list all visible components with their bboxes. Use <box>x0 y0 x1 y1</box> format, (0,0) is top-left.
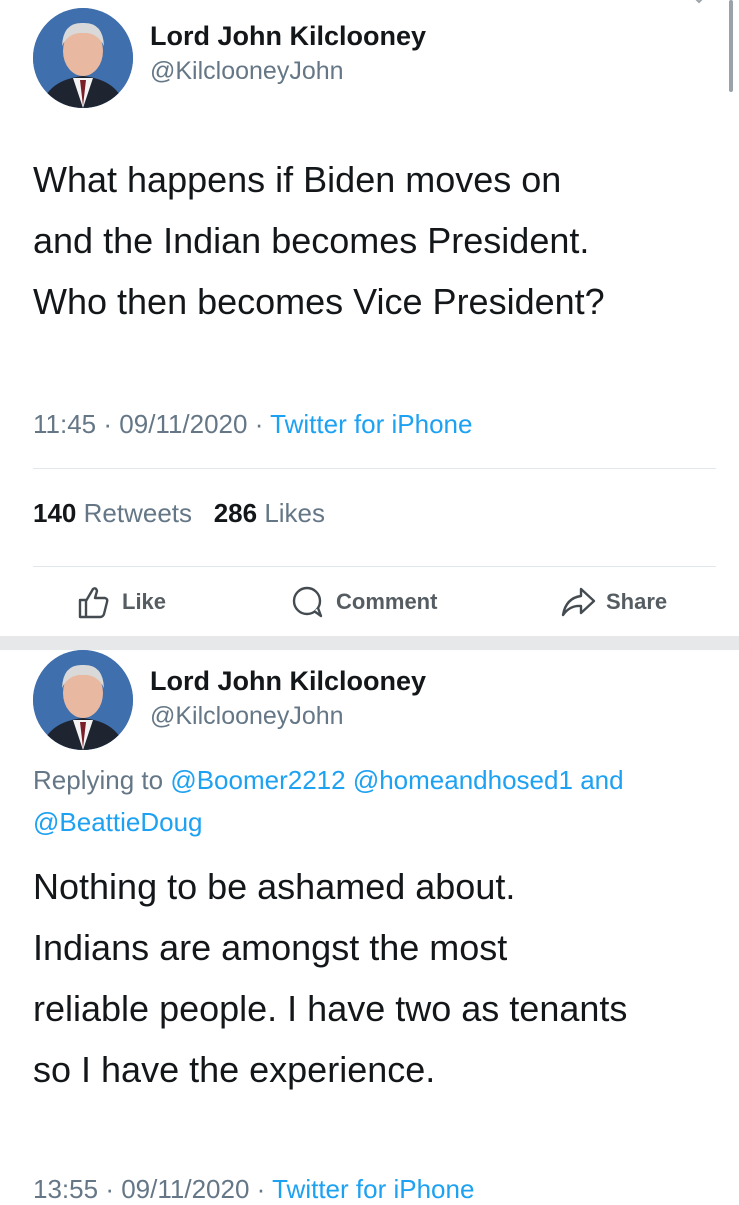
section-separator <box>0 636 739 650</box>
likes-count: 286 <box>213 498 258 528</box>
tweet-text-line: What happens if Biden moves on <box>33 159 562 200</box>
tweet-text-line: reliable people. I have two as tenants <box>33 988 628 1029</box>
action-bar: Like Comment Share <box>0 584 739 624</box>
retweets-stat[interactable]: 140 Retweets <box>33 498 192 528</box>
mention-link[interactable]: @BeattieDoug <box>33 807 203 837</box>
tweet-meta: 11:45 · 09/11/2020 · Twitter for iPhone <box>33 409 472 440</box>
meta-separator: · <box>254 409 264 439</box>
like-label: Like <box>122 589 167 614</box>
display-name[interactable]: Lord John Kilclooney <box>150 21 426 52</box>
thumbs-up-icon <box>76 584 112 620</box>
tweet-text-line: Who then becomes Vice President? <box>33 281 605 322</box>
mentions-and[interactable]: and <box>580 765 623 795</box>
share-icon <box>560 584 596 620</box>
tweet-1: Lord John Kilclooney @KilclooneyJohn Wha… <box>0 0 739 640</box>
tweet-text-line: Indians are amongst the most <box>33 927 508 968</box>
mention-link[interactable]: @homeandhosed1 <box>353 765 573 795</box>
meta-separator: · <box>103 409 113 439</box>
tweet-2: Lord John Kilclooney @KilclooneyJohn Rep… <box>0 650 739 1204</box>
share-button[interactable]: Share <box>560 584 667 620</box>
share-label: Share <box>606 589 668 614</box>
tweet-text: What happens if Biden moves on and the I… <box>33 149 723 332</box>
tweet-meta: 13:55 · 09/11/2020 · Twitter for iPhone <box>33 1174 474 1205</box>
tweet-time: 11:45 <box>33 409 97 439</box>
replying-to: Replying to @Boomer2212 @homeandhosed1 a… <box>33 759 723 843</box>
display-name[interactable]: Lord John Kilclooney <box>150 666 426 697</box>
likes-stat[interactable]: 286 Likes <box>214 498 325 528</box>
tweet-text: Nothing to be ashamed about. Indians are… <box>33 856 723 1100</box>
divider <box>33 566 716 567</box>
tweet-stats: 140 Retweets 286 Likes <box>33 498 325 529</box>
comment-button[interactable]: Comment <box>290 584 437 620</box>
user-handle[interactable]: @KilclooneyJohn <box>150 57 344 86</box>
avatar[interactable] <box>33 8 133 108</box>
avatar[interactable] <box>33 650 133 750</box>
user-handle[interactable]: @KilclooneyJohn <box>150 702 344 731</box>
comment-icon <box>290 584 326 620</box>
tweet-date: 09/11/2020 <box>119 409 248 439</box>
tweet-source-link[interactable]: Twitter for iPhone <box>270 409 472 439</box>
comment-label: Comment <box>336 589 438 614</box>
tweet-text-line: so I have the experience. <box>33 1049 436 1090</box>
like-button[interactable]: Like <box>76 584 166 620</box>
divider <box>33 468 716 469</box>
tweet-text-line: and the Indian becomes President. <box>33 220 590 261</box>
mention-link[interactable]: @Boomer2212 <box>170 765 345 795</box>
likes-label: Likes <box>264 498 326 528</box>
tweet-text-line: Nothing to be ashamed about. <box>33 866 516 907</box>
retweets-count: 140 <box>33 498 77 528</box>
retweets-label: Retweets <box>83 498 193 528</box>
replying-prefix: Replying to <box>33 765 164 795</box>
